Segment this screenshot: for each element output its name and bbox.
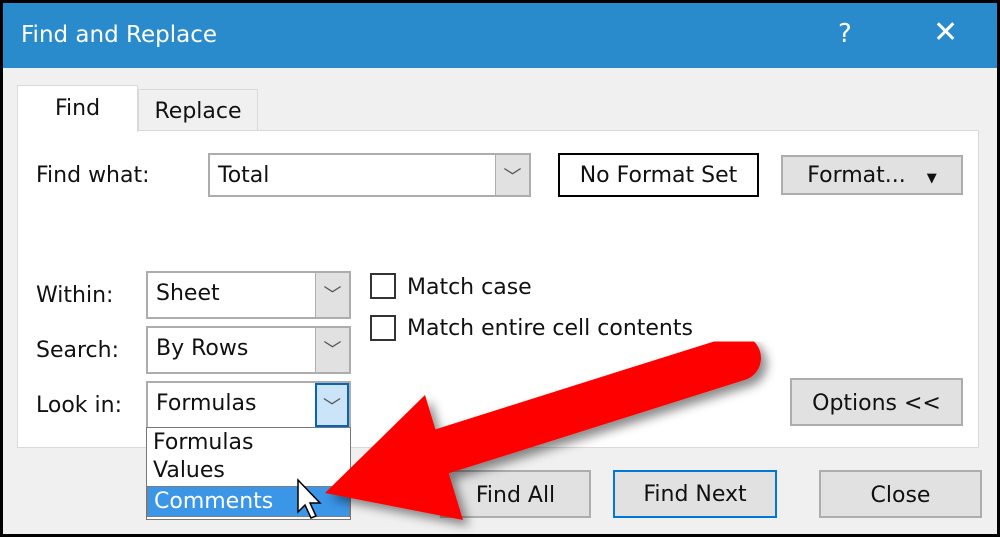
tab-find[interactable]: Find (17, 85, 138, 132)
tab-label: Find (54, 96, 101, 121)
arrow-head (325, 395, 463, 520)
mouse-cursor-icon (297, 478, 322, 519)
annotation-arrow (297, 335, 761, 520)
arrow-shaft (417, 335, 761, 475)
